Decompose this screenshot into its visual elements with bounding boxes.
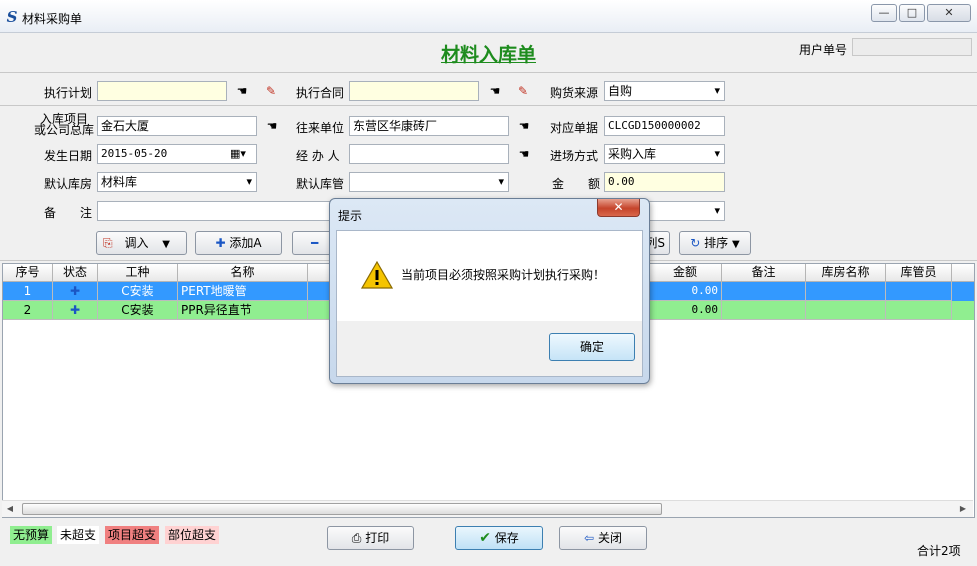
exit-door-icon: ⇦ (584, 531, 595, 545)
hidden-columns-button[interactable]: 隐藏列S (648, 231, 670, 255)
ref-field[interactable]: CLCGD150000002 (604, 116, 725, 136)
entry-label: 进场方式 (550, 149, 599, 163)
save-button[interactable]: ✔ 保存 (455, 526, 543, 550)
total-count: 合计2项 (917, 544, 961, 558)
pick-hand-icon[interactable]: ☚ (233, 82, 251, 100)
close-button[interactable]: ⇦ 关闭 (559, 526, 647, 550)
sort-button[interactable]: ↻ 排序 ▼ (679, 231, 751, 255)
calendar-dropdown-icon[interactable]: ▦▾ (230, 147, 254, 161)
dialog-message: 当前项目必须按照采购计划执行采购！ (401, 268, 606, 282)
handler-field[interactable] (349, 144, 509, 164)
chevron-down-icon: ▼ (732, 239, 740, 250)
scroll-right-icon[interactable]: ▶ (957, 503, 969, 515)
plan-label: 执行计划 (44, 86, 93, 100)
legend-not-over: 未超支 (57, 526, 100, 544)
column-header[interactable]: 序号 (3, 264, 53, 282)
clear-brush-icon[interactable]: ✎ (514, 82, 532, 100)
legend-no-budget: 无预算 (10, 526, 53, 544)
column-header-spacer (952, 264, 974, 282)
checkmark-icon: ✔ (479, 530, 491, 546)
partner-label: 往来单位 (296, 121, 345, 135)
column-header[interactable]: 库房名称 (806, 264, 886, 282)
plan-field[interactable] (97, 81, 227, 101)
date-label: 发生日期 (44, 149, 93, 163)
warning-icon (361, 261, 393, 289)
print-button[interactable]: ⎙ 打印 (327, 526, 414, 550)
import-icon: ⎘ (103, 236, 113, 250)
project-field[interactable]: 金石大厦 (97, 116, 257, 136)
source-select[interactable]: 自购 (604, 81, 725, 101)
add-button[interactable]: ✚ 添加A (195, 231, 282, 255)
minimize-button[interactable]: — (871, 4, 897, 22)
pick-hand-icon[interactable]: ☚ (515, 117, 533, 135)
ref-label: 对应单据 (550, 121, 599, 135)
scroll-left-icon[interactable]: ◀ (4, 503, 16, 515)
app-logo-icon: S (6, 8, 18, 26)
sort-refresh-icon: ↻ (690, 236, 701, 250)
source-label: 购货来源 (550, 86, 599, 100)
column-header[interactable]: 备注 (722, 264, 806, 282)
window-title: 材料采购单 (22, 12, 83, 26)
user-no-field[interactable] (852, 38, 972, 56)
scrollbar-thumb[interactable] (22, 503, 662, 515)
pick-hand-icon[interactable]: ☚ (515, 145, 533, 163)
column-header[interactable]: 名称 (178, 264, 308, 282)
amount-field[interactable]: 0.00 (604, 172, 725, 192)
clear-brush-icon[interactable]: ✎ (262, 82, 280, 100)
keeper-select[interactable] (349, 172, 509, 192)
remove-button[interactable]: ━ (292, 231, 329, 255)
pick-hand-icon[interactable]: ☚ (486, 82, 504, 100)
entry-select[interactable]: 采购入库 (604, 144, 725, 164)
handler-label: 经 办 人 (296, 149, 340, 163)
column-header[interactable]: 状态 (53, 264, 98, 282)
divider (0, 105, 977, 106)
import-button[interactable]: ⎘ 调入 ▼ (96, 231, 187, 255)
keeper-label: 默认库管 (296, 177, 345, 191)
amount-label: 金 额 (552, 177, 601, 191)
dialog-close-button[interactable]: ✕ (597, 199, 640, 217)
contract-field[interactable] (349, 81, 479, 101)
warehouse-label: 默认库房 (44, 177, 93, 191)
legend-project-over: 项目超支 (105, 526, 160, 544)
contract-label: 执行合同 (296, 86, 345, 100)
warehouse-select[interactable]: 材料库 (97, 172, 257, 192)
status-plus-icon: ✚ (53, 301, 98, 320)
chevron-down-icon: ▼ (162, 239, 170, 250)
minus-icon: ━ (311, 236, 319, 250)
plus-icon: ✚ (215, 236, 226, 250)
dialog-title: 提示 (338, 209, 363, 223)
maximize-button[interactable]: □ (899, 4, 925, 22)
legend-part-over: 部位超支 (165, 526, 220, 544)
project-label-line2: 或公司总库 (34, 123, 95, 137)
ok-button[interactable]: 确定 (549, 333, 635, 361)
title-bar: S 材料采购单 — □ ✕ (0, 0, 977, 33)
column-header[interactable]: 工种 (98, 264, 178, 282)
remark-label: 备 注 (44, 206, 93, 220)
dialog-body: 当前项目必须按照采购计划执行采购！ (336, 230, 643, 322)
user-no-label: 用户单号 (799, 43, 848, 57)
printer-icon: ⎙ (351, 531, 362, 545)
partner-field[interactable]: 东营区华康砖厂 (349, 116, 509, 136)
column-header[interactable]: 库管员 (886, 264, 952, 282)
status-plus-icon: ✚ (53, 282, 98, 301)
window-close-button[interactable]: ✕ (927, 4, 971, 22)
alert-dialog: 提示 ✕ 当前项目必须按照采购计划执行采购！ 确定 (329, 198, 650, 384)
horizontal-scrollbar[interactable]: ◀ ▶ (2, 500, 973, 517)
pick-hand-icon[interactable]: ☚ (263, 117, 281, 135)
